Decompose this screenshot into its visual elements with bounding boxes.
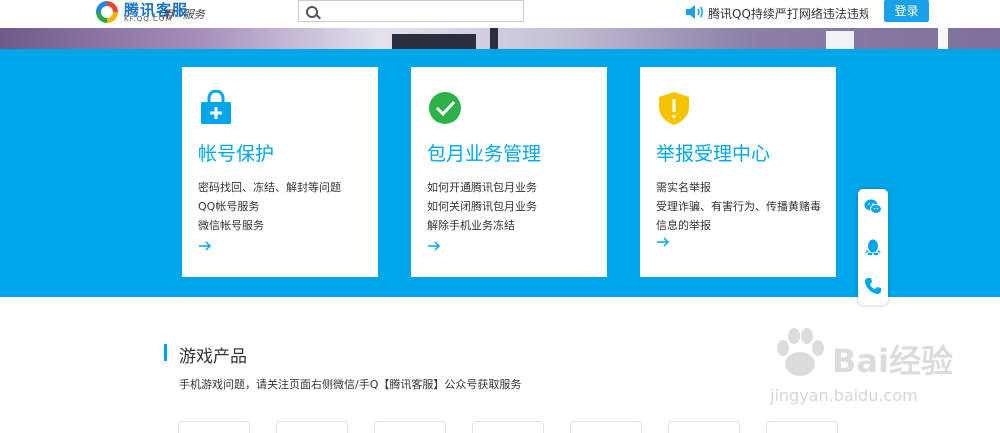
- card-link-list: 密码找回、冻结、解封等问题 QQ帐号服务 微信帐号服务: [198, 178, 341, 235]
- card-title: 包月业务管理: [427, 143, 542, 165]
- speaker-icon: [686, 5, 704, 19]
- banner-shape: [938, 28, 948, 49]
- banner-shape: [392, 34, 476, 49]
- card-link[interactable]: 解除手机业务冻结: [427, 216, 537, 235]
- watermark-url: jingyan.baidu.com: [770, 386, 918, 405]
- search-icon[interactable]: [306, 6, 318, 18]
- wechat-icon[interactable]: [864, 198, 882, 216]
- baidu-paw-watermark-icon: [777, 328, 824, 376]
- card-title: 举报受理中心: [656, 143, 771, 165]
- arrow-right-icon[interactable]: [427, 239, 441, 253]
- top-header: 腾讯客服 KF.QQ.COM 用♡服务 腾讯QQ持续严打网络违法违规行为 登录: [0, 0, 1000, 28]
- card-link[interactable]: 微信帐号服务: [198, 216, 341, 235]
- card-link-list: 需实名举报 受理诈骗、有害行为、传播黄赌毒 信息的举报: [656, 178, 821, 235]
- lock-bag-icon: [201, 90, 231, 124]
- card-title: 帐号保护: [198, 143, 275, 165]
- banner-shape: [826, 31, 854, 49]
- card-link[interactable]: 密码找回、冻结、解封等问题: [198, 178, 341, 197]
- game-product-tab[interactable]: [570, 421, 642, 433]
- search-input[interactable]: [321, 3, 521, 21]
- section-description: 手机游戏问题，请关注页面右侧微信/手Q【腾讯客服】公众号获取服务: [179, 378, 522, 391]
- game-product-tab[interactable]: [472, 421, 544, 433]
- floating-contact-bar: [858, 189, 888, 305]
- tencent-logo-icon: [96, 1, 118, 23]
- card-link[interactable]: 如何开通腾讯包月业务: [427, 178, 537, 197]
- section-accent-bar: [164, 344, 167, 361]
- card-account-protection[interactable]: 帐号保护 密码找回、冻结、解封等问题 QQ帐号服务 微信帐号服务: [182, 67, 378, 277]
- card-link[interactable]: 如何关闭腾讯包月业务: [427, 197, 537, 216]
- banner-image: [0, 28, 1000, 49]
- game-product-tab[interactable]: [374, 421, 446, 433]
- card-link[interactable]: 需实名举报: [656, 178, 821, 197]
- qq-penguin-icon[interactable]: [864, 238, 882, 256]
- notice-text[interactable]: 腾讯QQ持续严打网络违法违规行为: [708, 5, 868, 22]
- card-link[interactable]: QQ帐号服务: [198, 197, 341, 216]
- arrow-right-icon[interactable]: [656, 235, 670, 249]
- game-product-tab[interactable]: [766, 421, 838, 433]
- shield-alert-icon: [659, 92, 689, 125]
- banner-shape: [490, 28, 498, 49]
- card-link[interactable]: 信息的举报: [656, 216, 821, 235]
- login-button[interactable]: 登录: [884, 0, 929, 22]
- slogan: 用♡服务: [162, 8, 205, 21]
- card-link-list: 如何开通腾讯包月业务 如何关闭腾讯包月业务 解除手机业务冻结: [427, 178, 537, 235]
- card-report-center[interactable]: 举报受理中心 需实名举报 受理诈骗、有害行为、传播黄赌毒 信息的举报: [640, 67, 836, 277]
- card-link[interactable]: 受理诈骗、有害行为、传播黄赌毒: [656, 197, 821, 216]
- arrow-right-icon[interactable]: [198, 239, 212, 253]
- game-product-tab[interactable]: [178, 421, 250, 433]
- phone-icon[interactable]: [864, 277, 882, 295]
- watermark-brand: Bai经验: [832, 342, 953, 380]
- game-product-tab[interactable]: [668, 421, 740, 433]
- card-monthly-services[interactable]: 包月业务管理 如何开通腾讯包月业务 如何关闭腾讯包月业务 解除手机业务冻结: [411, 67, 607, 277]
- service-panel: 帐号保护 密码找回、冻结、解封等问题 QQ帐号服务 微信帐号服务 包月业务管理 …: [0, 49, 1000, 305]
- check-circle-icon: [429, 92, 461, 124]
- search-box[interactable]: [298, 0, 524, 22]
- section-title: 游戏产品: [179, 347, 247, 367]
- game-product-tab[interactable]: [276, 421, 348, 433]
